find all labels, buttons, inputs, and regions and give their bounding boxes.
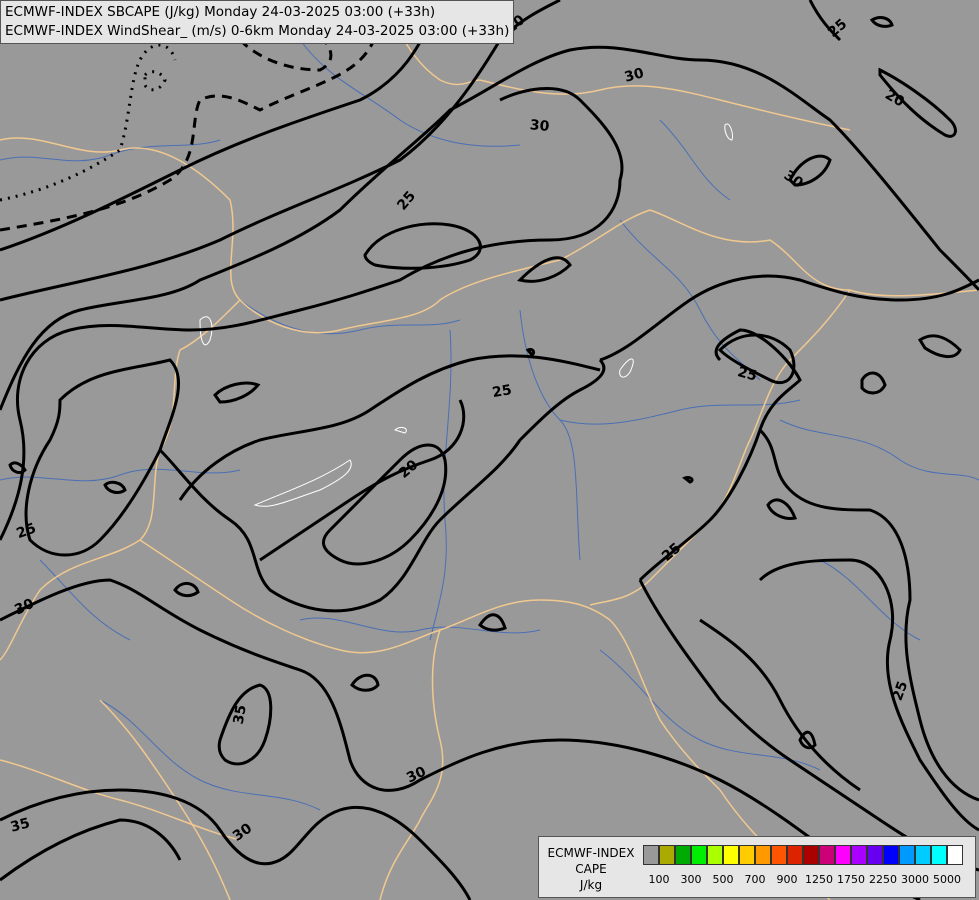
title-line-windshear: ECMWF-INDEX WindShear_ (m/s) 0-6km Monda… [5,23,510,39]
legend-tick-label: 500 [712,873,734,886]
legend-swatch [883,845,899,865]
legend-title-line2: CAPE [575,862,607,876]
legend-swatch [931,845,947,865]
contour-label: 25 [491,382,513,401]
legend-swatch [643,845,659,865]
cape-legend: ECMWF-INDEX CAPE J/kg 100 300 500 700 900 125… [538,836,976,898]
legend-title-line1: ECMWF-INDEX [547,846,635,860]
legend-swatch [739,845,755,865]
contour-label: 30 [529,117,550,135]
legend-swatch [755,845,771,865]
legend-swatch [803,845,819,865]
legend-title: ECMWF-INDEX CAPE J/kg [543,845,639,893]
legend-tick-label: 900 [776,873,798,886]
legend-color-scale [643,845,963,865]
legend-tick-label: 300 [680,873,702,886]
legend-swatch [947,845,963,865]
legend-swatch [723,845,739,865]
map-canvas: 20 25 30 30 20 25 30 25 25 20 25 30 25 2… [0,0,979,900]
legend-tick-label: 1250 [805,873,833,886]
contour-label: 35 [231,704,250,726]
legend-tick-label: 700 [744,873,766,886]
legend-swatch [819,845,835,865]
map-title-box: ECMWF-INDEX SBCAPE (J/kg) Monday 24-03-2… [0,0,515,44]
legend-tick-label: 100 [648,873,670,886]
legend-swatch [675,845,691,865]
legend-swatch [835,845,851,865]
legend-tick-label: 3000 [901,873,929,886]
legend-swatch [659,845,675,865]
legend-tick-label: 2250 [869,873,897,886]
legend-swatch [915,845,931,865]
legend-swatch [899,845,915,865]
legend-swatch [691,845,707,865]
title-line-cape: ECMWF-INDEX SBCAPE (J/kg) Monday 24-03-2… [5,4,436,20]
legend-swatch [867,845,883,865]
legend-tick-label: 5000 [933,873,961,886]
legend-swatch [851,845,867,865]
legend-tick-label: 1750 [837,873,865,886]
legend-swatch [771,845,787,865]
legend-swatch [707,845,723,865]
legend-swatch [787,845,803,865]
legend-tick-labels: 100 300 500 700 900 1250 1750 2250 3000 5000 [643,873,973,889]
legend-title-line3: J/kg [579,878,603,892]
